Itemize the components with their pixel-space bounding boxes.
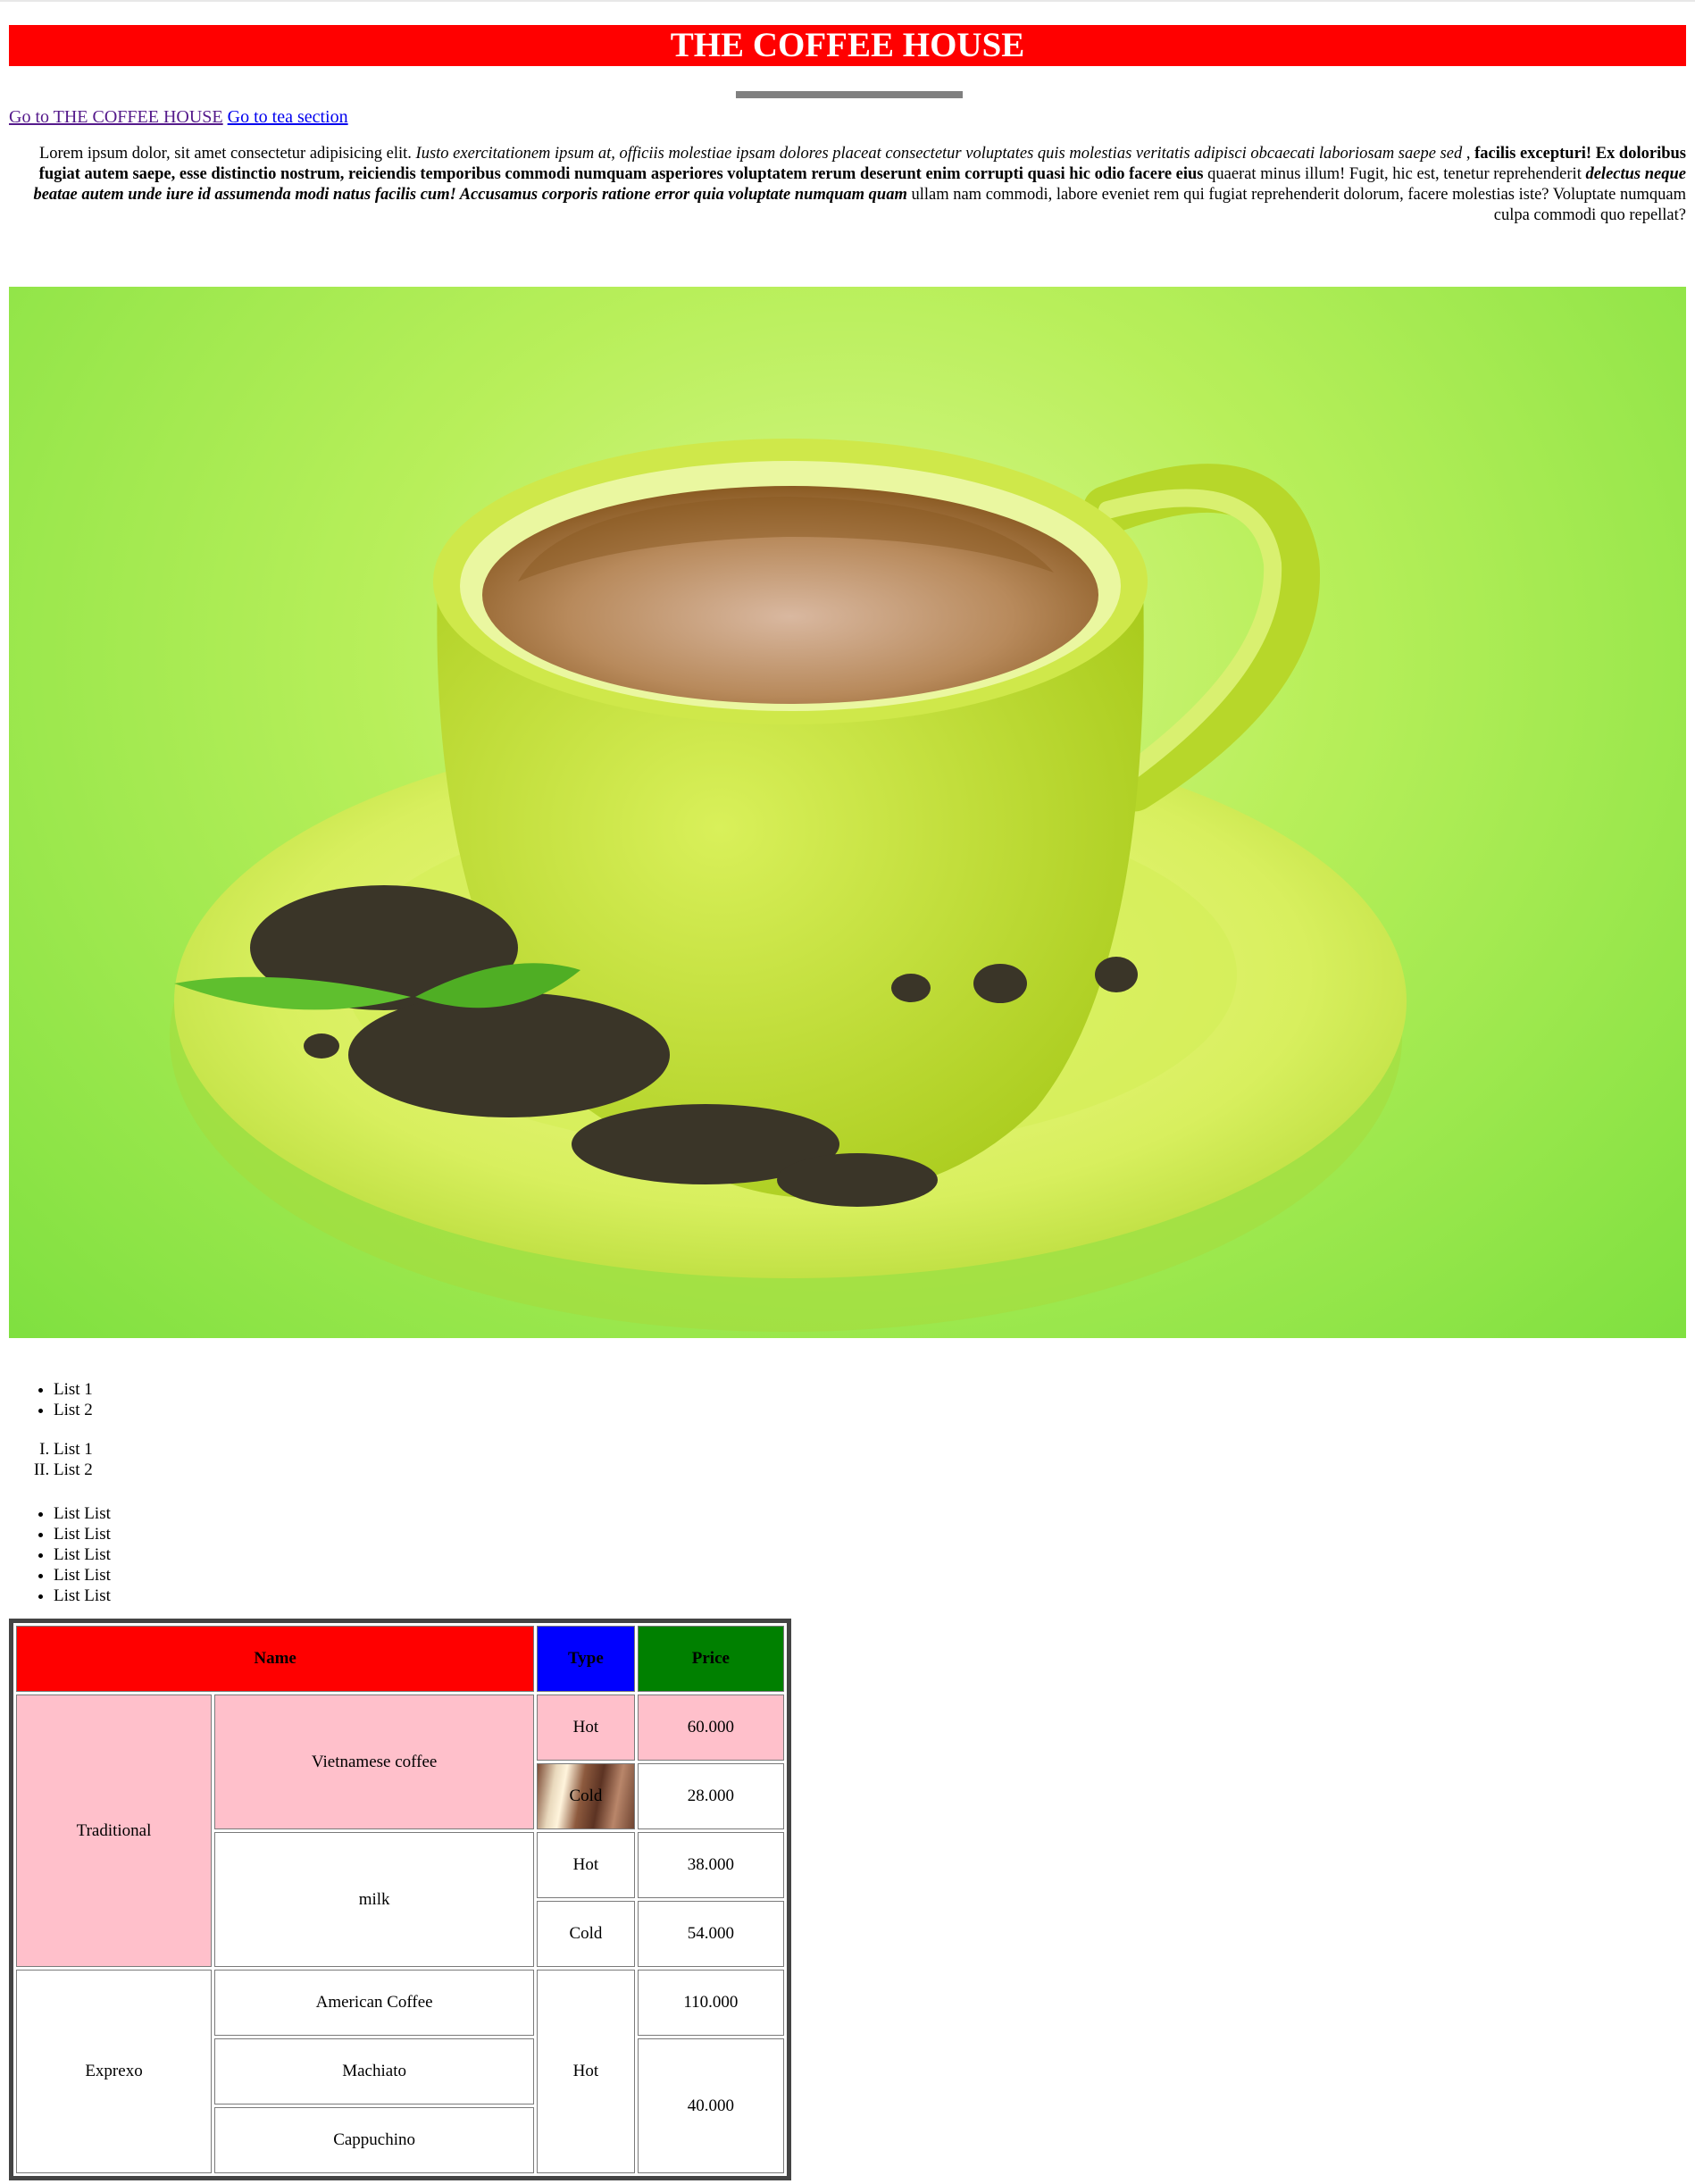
unordered-list-2: List List List List List List List List …: [9, 1503, 111, 1606]
item-milk: milk: [214, 1832, 535, 1967]
header-price: Price: [637, 1626, 784, 1692]
list-item: List List: [54, 1586, 111, 1606]
ordered-list: List 1 List 2: [9, 1439, 93, 1480]
link-coffee-house[interactable]: Go to THE COFFEE HOUSE: [9, 107, 223, 127]
category-traditional: Traditional: [16, 1694, 213, 1967]
horizontal-divider: [736, 91, 963, 98]
table-row: Exprexo American Coffee Hot 110.000: [16, 1970, 784, 2173]
para-text-2: ,: [1462, 145, 1475, 163]
intro-paragraph: Lorem ipsum dolor, sit amet consectetur …: [9, 144, 1686, 226]
category-exprexo: Exprexo: [16, 1970, 213, 2173]
list-item: List 1: [54, 1379, 93, 1400]
header-name: Name: [16, 1626, 535, 1692]
type-cold: Cold: [537, 1901, 635, 1967]
item-vietnamese-coffee: Vietnamese coffee: [214, 1694, 535, 1829]
para-text-1: Lorem ipsum dolor, sit amet consectetur …: [38, 145, 416, 163]
para-text-3: quaerat minus illum! Fugit, hic est, ten…: [1203, 165, 1586, 183]
type-hot: Hot: [537, 1970, 635, 2173]
tea-cup-image: [9, 287, 1686, 1338]
type-hot: Hot: [537, 1832, 635, 1898]
price-cell: 28.000: [637, 1763, 784, 1829]
tea-cup-illustration: [170, 439, 1407, 1332]
list-item: List List: [54, 1544, 111, 1565]
list-item: List List: [54, 1565, 111, 1586]
para-text-4: ullam nam commodi, labore eveniet rem qu…: [906, 186, 1686, 224]
table-row: Traditional Vietnamese coffee Hot 60.000: [16, 1694, 784, 1967]
price-cell: 40.000: [637, 2038, 784, 2173]
price-cell: 54.000: [637, 1901, 784, 1967]
unordered-list-1: List 1 List 2: [9, 1379, 93, 1420]
type-hot: Hot: [537, 1694, 635, 1761]
link-tea-section[interactable]: Go to tea section: [228, 107, 348, 127]
para-text-italic: Iusto exercitationem ipsum at, officiis …: [415, 145, 1463, 163]
table-header-row: Name Type Price: [16, 1626, 784, 1692]
header-type: Type: [537, 1626, 635, 1692]
type-cold-image-cell: Cold: [537, 1763, 635, 1829]
list-item: List List: [54, 1503, 111, 1524]
price-cell: 60.000: [637, 1694, 784, 1761]
list-item: List 2: [54, 1460, 93, 1480]
navigation-links: Go to THE COFFEE HOUSE Go to tea section: [9, 105, 348, 129]
item-american-coffee: American Coffee: [214, 1970, 535, 2036]
item-machiato: Machiato: [214, 2038, 535, 2105]
page-title: THE COFFEE HOUSE: [9, 25, 1686, 66]
top-rule: [0, 0, 1695, 2]
coffee-menu-table: Name Type Price Traditional Vietnamese c…: [9, 1619, 791, 2180]
list-item: List 2: [54, 1400, 93, 1420]
price-cell: 38.000: [637, 1832, 784, 1898]
price-cell: 110.000: [637, 1970, 784, 2036]
list-item: List 1: [54, 1439, 93, 1460]
list-item: List List: [54, 1524, 111, 1544]
item-cappuchino: Cappuchino: [214, 2107, 535, 2173]
